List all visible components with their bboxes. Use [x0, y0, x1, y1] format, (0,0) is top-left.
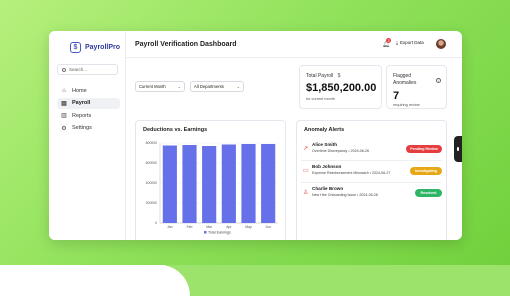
bar — [221, 144, 236, 223]
app-window: $ PayrollPro ⌂ Home ▤ Payroll ▥ Reports … — [49, 31, 462, 240]
brand[interactable]: $ PayrollPro — [70, 42, 120, 53]
x-tick-label: Feb — [187, 225, 193, 229]
download-icon: ⤓ — [396, 40, 398, 45]
period-select[interactable]: Current Month ⌄ — [135, 81, 185, 92]
sidebar-item-home[interactable]: ⌂ Home — [57, 85, 120, 96]
credit-card-icon: ▭ — [303, 168, 309, 174]
export-label: Export Data — [400, 40, 424, 45]
y-tick-label: 400000 — [146, 181, 157, 185]
y-tick-label: 600000 — [146, 161, 157, 165]
user-icon: ♙ — [303, 190, 309, 196]
background-band — [0, 265, 510, 296]
deductions-earnings-card: Deductions vs. Earnings 0 200000 400000 600… — [135, 120, 286, 240]
total-payroll-label: Total Payroll $ — [306, 73, 341, 79]
brand-name: PayrollPro — [85, 44, 121, 51]
status-badge: Pending Review — [406, 145, 442, 153]
dollar-icon: $ — [337, 73, 341, 79]
wallet-icon: ▤ — [61, 100, 67, 107]
alert-row[interactable]: ▭ Bob Johnson Expense Reimbursement Mism… — [297, 163, 445, 180]
chevron-down-icon: ⌄ — [236, 84, 240, 89]
export-data-button[interactable]: ⤓ Export Data — [396, 40, 424, 45]
bar — [182, 145, 197, 223]
sidebar: $ PayrollPro ⌂ Home ▤ Payroll ▥ Reports … — [49, 31, 126, 240]
x-tick-label: Mar — [206, 225, 213, 229]
flagged-value: 7 — [393, 90, 400, 102]
side-panel-handle[interactable] — [454, 136, 462, 162]
search-input[interactable] — [69, 67, 114, 72]
dollar-logo-icon: $ — [70, 42, 81, 53]
anomaly-alerts-card: Anomaly Alerts ↗ Alice Smith Overtime Di… — [296, 120, 447, 240]
page-title: Payroll Verification Dashboard — [135, 41, 237, 48]
alert-detail: Expense Reimbursement Mismatch • 2024-06… — [312, 171, 391, 175]
search-icon — [62, 67, 66, 72]
x-tick-label: May — [245, 225, 252, 229]
alert-detail: Overtime Discrepancy • 2024-06-26 — [312, 149, 369, 153]
sidebar-item-label: Settings — [72, 125, 92, 131]
alert-circle-icon: ! — [436, 78, 441, 83]
sidebar-item-settings[interactable]: ⚙ Settings — [57, 123, 120, 134]
bar — [162, 145, 177, 223]
alert-name: Charlie Brown — [312, 186, 344, 191]
bar — [202, 146, 217, 223]
sidebar-item-label: Reports — [72, 112, 92, 119]
status-badge: Resolved — [415, 189, 442, 197]
status-badge: Investigating — [410, 167, 442, 175]
alert-row[interactable]: ♙ Charlie Brown New Hire Onboarding Issu… — [297, 185, 445, 202]
flagged-sub: requiring review — [393, 103, 420, 107]
department-value: All Departments — [194, 84, 224, 89]
department-select[interactable]: All Departments ⌄ — [190, 81, 244, 92]
sidebar-nav: ⌂ Home ▤ Payroll ▥ Reports ⚙ Settings — [57, 85, 120, 135]
period-value: Current Month — [139, 84, 166, 89]
top-bar: Payroll Verification Dashboard 🔔︎ 3 ⤓ Ex… — [126, 31, 462, 58]
bar-chart-icon: ▥ — [61, 113, 67, 119]
total-payroll-card: Total Payroll $ $1,850,200.00 for curren… — [299, 65, 382, 109]
home-icon: ⌂ — [62, 87, 66, 94]
notification-badge: 3 — [386, 38, 391, 43]
total-payroll-value: $1,850,200.00 — [306, 82, 377, 94]
sidebar-item-label: Payroll — [72, 100, 91, 106]
sidebar-item-payroll[interactable]: ▤ Payroll — [57, 97, 120, 109]
bar — [261, 144, 276, 223]
search-box[interactable] — [57, 64, 118, 75]
x-tick-label: Jan — [167, 225, 173, 229]
sidebar-item-reports[interactable]: ▥ Reports — [57, 110, 120, 121]
bar-chart-svg: 0 200000 400000 600000 800000 Jan Feb Mar Apr May… — [146, 141, 278, 235]
avatar[interactable] — [436, 39, 446, 49]
flagged-label: Flagged Anomalies — [393, 73, 417, 86]
chevron-down-icon: ⌄ — [177, 84, 181, 89]
x-tick-label: Jun — [265, 225, 271, 229]
y-tick-label: 0 — [155, 221, 157, 225]
gear-icon: ⚙ — [61, 125, 67, 132]
total-payroll-sub: for current month — [306, 97, 335, 101]
alert-row[interactable]: ↗ Alice Smith Overtime Discrepancy • 202… — [297, 141, 445, 158]
divider — [301, 182, 442, 183]
bar-chart: 0 200000 400000 600000 800000 Jan Feb Mar Apr May… — [136, 135, 286, 239]
divider — [301, 160, 442, 161]
card-title: Deductions vs. Earnings — [143, 127, 208, 133]
bar — [241, 144, 256, 223]
alert-name: Bob Johnson — [312, 164, 342, 169]
flagged-anomalies-card: Flagged Anomalies ! 7 requiring review — [386, 65, 447, 109]
y-tick-label: 800000 — [146, 141, 157, 145]
legend-swatch — [204, 231, 207, 234]
sidebar-item-label: Home — [72, 87, 87, 94]
alert-name: Alice Smith — [312, 142, 338, 147]
card-title: Anomaly Alerts — [304, 127, 345, 133]
y-tick-label: 200000 — [146, 201, 157, 205]
trend-up-icon: ↗ — [303, 146, 309, 152]
alert-detail: New Hire Onboarding Issue • 2024-06-28 — [312, 193, 378, 197]
x-tick-label: Apr — [226, 225, 232, 229]
legend-label: Total Earnings — [208, 231, 231, 235]
